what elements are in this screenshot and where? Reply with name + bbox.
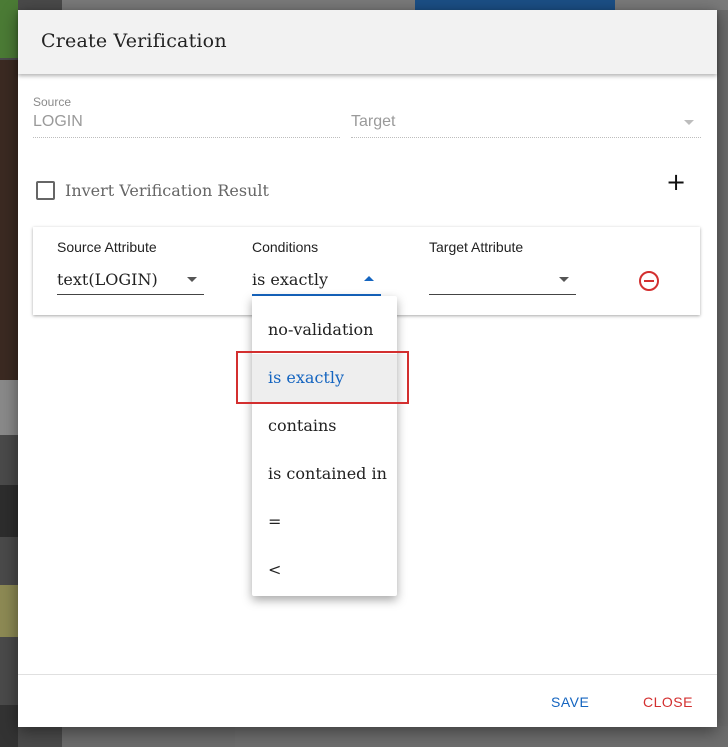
dropdown-option-contains[interactable]: contains [252,402,397,450]
target-attribute-underline [429,294,576,295]
background-bottom-bar [235,726,728,747]
background-thumbnail-2 [0,60,18,380]
conditions-header: Conditions [252,239,319,255]
background-thumbnail-4 [0,485,18,537]
selection-highlight-box [236,351,409,404]
dropdown-option-no-validation[interactable]: no-validation [252,306,397,354]
dropdown-option-label: = [268,512,282,531]
dialog-title: Create Verification [41,30,227,52]
target-attribute-header: Target Attribute [429,239,524,255]
dropdown-option-label: no-validation [268,320,374,339]
target-attribute-chevron-down-icon[interactable] [559,277,569,282]
footer-divider [18,674,717,675]
condition-chevron-up-icon[interactable] [364,276,374,281]
source-field-underline [33,137,340,138]
dropdown-option-equals[interactable]: = [252,498,397,546]
dropdown-option-is-contained-in[interactable]: is contained in [252,450,397,498]
source-attribute-chevron-down-icon[interactable] [187,277,197,282]
condition-select[interactable]: is exactly [252,270,328,289]
background-thumbnail-6 [0,705,18,747]
source-attribute-header: Source Attribute [57,239,157,255]
background-thumbnail-5 [0,585,18,637]
save-button[interactable]: SAVE [551,694,589,710]
condition-dropdown-menu: no-validation is exactly contains is con… [252,296,397,596]
remove-circle-icon[interactable] [639,271,659,291]
source-attribute-underline [57,294,204,295]
dropdown-option-less-than[interactable]: < [252,546,397,594]
dropdown-option-label: < [268,560,282,579]
target-select[interactable]: Target [351,113,395,131]
background-blue-button [415,0,615,10]
create-verification-dialog: Create Verification Source LOGIN Target … [18,10,717,727]
target-select-underline [351,137,701,138]
close-button[interactable]: CLOSE [643,694,693,710]
plus-icon[interactable]: + [666,170,686,194]
background-thumbnail-1 [0,0,18,58]
source-label: Source [33,95,72,109]
dropdown-option-label: contains [268,416,337,435]
dialog-header: Create Verification [18,10,717,74]
invert-checkbox-label[interactable]: Invert Verification Result [65,181,269,200]
target-chevron-down-icon[interactable] [684,120,694,125]
source-attribute-select[interactable]: text(LOGIN) [57,270,158,289]
background-thumbnail-3 [0,380,18,435]
invert-checkbox[interactable] [36,181,55,200]
background-top-bar [62,0,728,10]
dropdown-option-label: is contained in [268,464,387,483]
source-field: LOGIN [33,113,83,130]
